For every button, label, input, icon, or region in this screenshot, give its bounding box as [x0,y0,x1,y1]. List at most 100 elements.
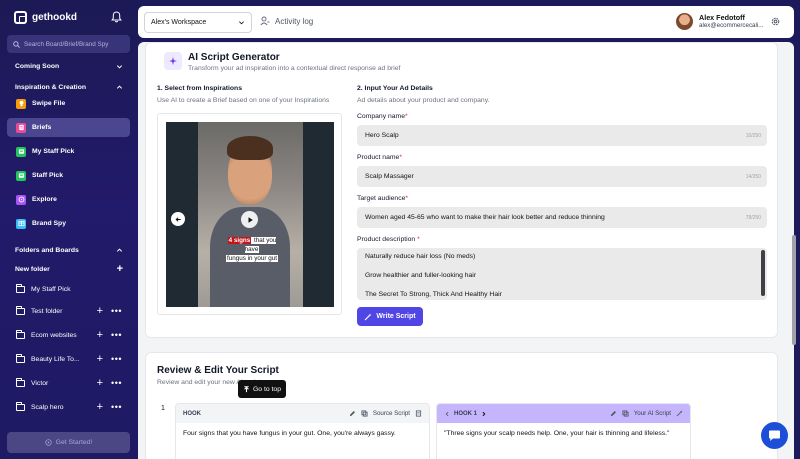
sidebar-item-label: My Staff Pick [32,148,75,155]
workspace-select[interactable]: Alex's Workspace [144,12,252,33]
folders-section[interactable]: Folders and Boards [15,247,123,254]
bell-icon[interactable] [111,11,122,23]
user-activity-icon [260,16,270,26]
target-audience-field[interactable]: Women aged 45-65 who want to make their … [357,207,767,228]
go-to-top-button[interactable]: Go to top [238,380,286,398]
logo-text: gethookd [32,12,77,23]
source-script-text[interactable]: Four signs that you have fungus in your … [176,423,429,444]
plus-icon[interactable]: + [97,305,103,317]
inspiration-section[interactable]: Inspiration & Creation [15,84,123,91]
hook-label: HOOK [183,410,201,417]
more-icon[interactable]: ••• [111,330,122,340]
sidebar-search[interactable] [7,35,130,53]
source-script-card: HOOK Source Script Four signs that you h… [175,403,430,459]
folder-icon [16,329,25,339]
sidebar-item-label: Staff Pick [32,172,63,179]
review-card: Review & Edit Your Script Review and edi… [145,352,778,459]
company-name-value: Hero Scalp [365,132,399,139]
step2-title: 2. Input Your Ad Details [357,85,433,92]
more-icon[interactable]: ••• [111,378,122,388]
description-line: The Secret To Strong, Thick And Healthy … [365,291,502,298]
company-name-field[interactable]: Hero Scalp 10/250 [357,125,767,146]
target-audience-value: Women aged 45-65 who want to make their … [365,214,605,221]
folder-label: Ecom websites [31,331,77,339]
search-input[interactable] [24,40,124,48]
sidebar-item-staff-pick[interactable]: Staff Pick [7,166,130,185]
generator-title: AI Script Generator [188,52,280,63]
char-counter: 14/250 [745,173,761,180]
workspace-label: Alex's Workspace [151,19,207,26]
folders-section-label: Folders and Boards [15,247,79,254]
chevron-down-icon [116,65,123,69]
copy-icon[interactable] [622,410,629,417]
star-badge-icon [16,170,26,181]
play-circle-icon [45,439,52,446]
activity-log-link[interactable]: Activity log [260,16,313,26]
sidebar-item-explore[interactable]: Explore [7,190,130,209]
video-caption: 4 signs that you have fungus in your gut [225,237,279,262]
source-script-label: Source Script [372,410,410,417]
folder-icon [16,377,25,387]
coming-soon-section[interactable]: Coming Soon [15,63,123,70]
ai-script-card: HOOK 1 Your AI Script "Three signs your … [436,403,691,459]
more-icon[interactable]: ••• [111,402,122,412]
hook-label: HOOK 1 [454,410,478,417]
pencil-icon[interactable] [349,410,356,417]
sidebar-item-briefs[interactable]: Briefs [7,118,130,137]
write-script-button[interactable]: Write Script [357,307,423,326]
folder-item[interactable]: Test folder + ••• [7,303,130,319]
previous-button[interactable] [171,212,185,226]
folder-item[interactable]: Scalp hero + ••• [7,399,130,415]
textarea-scrollbar[interactable] [761,250,765,296]
plus-icon[interactable]: + [97,377,103,389]
arrow-up-icon [244,385,249,392]
more-icon[interactable]: ••• [111,354,122,364]
folder-item[interactable]: Beauty Life To... + ••• [7,351,130,367]
plus-icon[interactable]: + [117,264,123,275]
folder-label: Scalp hero [31,403,64,411]
ai-script-text[interactable]: "Three signs your scalp needs help. One,… [437,423,690,444]
get-started-button[interactable]: Get Started! [7,432,130,453]
lightbulb-icon [16,98,26,109]
user-menu[interactable]: Alex Fedotoff alex@ecommercecali... [676,13,763,30]
copy-icon[interactable] [361,410,368,417]
document-icon [415,410,422,417]
review-title: Review & Edit Your Script [157,365,279,376]
plus-icon[interactable]: + [97,329,103,341]
pencil-icon[interactable] [610,410,617,417]
get-started-label: Get Started! [55,439,93,446]
chevron-up-icon [116,85,123,89]
chat-button[interactable] [761,422,788,449]
product-description-field[interactable]: Naturally reduce hair loss (No meds) Gro… [357,248,767,300]
step2-subtitle: Ad details about your product and compan… [357,97,490,104]
description-line: Naturally reduce hair loss (No meds) [365,253,476,260]
logo[interactable]: gethookd [14,11,77,24]
sidebar-item-swipe-file[interactable]: Swipe File [7,94,130,113]
chevron-left-icon[interactable] [444,411,450,417]
company-name-label: Company name* [357,113,408,120]
write-script-label: Write Script [376,313,416,320]
step1-subtitle: Use AI to create a Brief based on one of… [157,97,330,104]
sidebar-item-brand-spy[interactable]: Brand Spy [7,214,130,233]
target-audience-label: Target audience* [357,195,409,202]
sidebar-item-my-staff-pick[interactable]: My Staff Pick [7,142,130,161]
page-scrollbar[interactable] [792,235,796,345]
play-button[interactable] [241,211,258,228]
plus-icon[interactable]: + [97,401,103,413]
row-number: 1 [161,405,165,412]
inspiration-video-card[interactable]: 4 signs that you have fungus in your gut [157,113,342,315]
more-icon[interactable]: ••• [111,306,122,316]
folder-item[interactable]: Ecom websites + ••• [7,327,130,343]
folder-item[interactable]: My Staff Pick [7,281,130,297]
go-to-top-label: Go to top [253,385,281,393]
topbar: Alex's Workspace Activity log Alex Fedot… [138,6,794,38]
chevron-right-icon[interactable] [481,411,487,417]
product-description-label: Product description * [357,236,420,243]
gear-icon[interactable] [770,16,781,27]
plus-icon[interactable]: + [97,353,103,365]
new-folder-row[interactable]: New folder + [15,264,123,275]
product-name-field[interactable]: Scalp Massager 14/250 [357,166,767,187]
sidebar-item-label: Brand Spy [32,220,66,227]
folder-item[interactable]: Victor + ••• [7,375,130,391]
inspiration-video[interactable]: 4 signs that you have fungus in your gut [166,122,334,307]
